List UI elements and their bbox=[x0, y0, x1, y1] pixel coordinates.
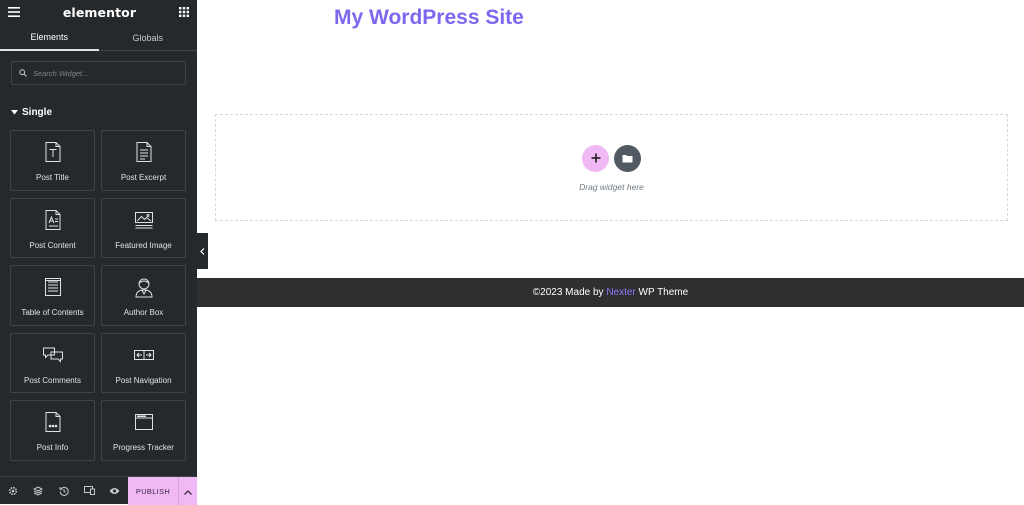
post-excerpt-icon bbox=[133, 141, 155, 163]
search-widget-input[interactable]: Search Widget... bbox=[11, 61, 186, 85]
widget-label: Post Title bbox=[36, 173, 69, 182]
search-icon bbox=[19, 64, 27, 82]
widget-progress-tracker[interactable]: Progress Tracker bbox=[101, 400, 186, 461]
widget-post-title[interactable]: Post Title bbox=[10, 130, 95, 191]
author-box-icon bbox=[133, 276, 155, 298]
post-title-icon bbox=[42, 141, 64, 163]
widget-table-of-contents[interactable]: Table of Contents bbox=[10, 265, 95, 326]
footer-copyright: ©2023 Made by bbox=[532, 287, 607, 298]
post-comments-icon bbox=[42, 344, 64, 366]
panel-tabs: Elements Globals bbox=[0, 25, 197, 51]
widget-post-content[interactable]: Post Content bbox=[10, 197, 95, 258]
featured-image-icon bbox=[133, 209, 155, 231]
editor-panel: elementor Elements Globals Search Widget… bbox=[0, 0, 197, 505]
widget-label: Post Navigation bbox=[115, 375, 172, 385]
widget-label: Featured Image bbox=[115, 240, 172, 250]
widget-label: Post Excerpt bbox=[120, 173, 167, 182]
history-icon[interactable] bbox=[51, 477, 77, 505]
publish-button[interactable]: PUBLISH bbox=[128, 487, 178, 496]
footer-brand-link[interactable]: Nexter bbox=[606, 287, 635, 298]
post-info-icon bbox=[42, 411, 64, 433]
preview-eye-icon[interactable] bbox=[102, 477, 128, 505]
widget-label: Post Comments bbox=[24, 375, 81, 385]
panel-collapse-toggle[interactable] bbox=[197, 233, 208, 269]
category-single[interactable]: Single bbox=[0, 85, 197, 118]
template-library-button[interactable] bbox=[614, 145, 641, 172]
post-navigation-icon bbox=[133, 344, 155, 366]
category-title: Single bbox=[22, 107, 53, 118]
table-of-contents-icon bbox=[42, 276, 64, 298]
post-content-icon bbox=[42, 209, 64, 231]
plus-icon bbox=[591, 150, 601, 168]
widget-label: Table of Contents bbox=[21, 308, 84, 317]
hamburger-menu-icon[interactable] bbox=[8, 4, 20, 22]
settings-icon[interactable] bbox=[0, 477, 26, 505]
widget-post-excerpt[interactable]: Post Excerpt bbox=[101, 130, 186, 191]
responsive-mode-icon[interactable] bbox=[77, 477, 103, 505]
widget-post-navigation[interactable]: Post Navigation bbox=[101, 332, 186, 393]
tab-elements[interactable]: Elements bbox=[0, 25, 99, 51]
chevron-up-icon bbox=[184, 482, 192, 500]
publish-options-button[interactable] bbox=[178, 477, 197, 505]
tab-globals[interactable]: Globals bbox=[99, 25, 198, 50]
widget-label: Post Info bbox=[36, 443, 69, 452]
widgets-grid: Post Title Post Excerpt Post Content Fea… bbox=[10, 130, 186, 461]
widget-post-comments[interactable]: Post Comments bbox=[10, 332, 95, 393]
widget-author-box[interactable]: Author Box bbox=[101, 265, 186, 326]
empty-section-drop-zone[interactable]: Drag widget here bbox=[215, 114, 1008, 221]
widget-label: Author Box bbox=[123, 308, 164, 317]
progress-tracker-icon bbox=[133, 411, 155, 433]
add-section-button[interactable] bbox=[582, 145, 609, 172]
widget-post-info[interactable]: Post Info bbox=[10, 400, 95, 461]
chevron-left-icon bbox=[200, 242, 205, 260]
panel-footer: PUBLISH bbox=[0, 476, 197, 505]
folder-icon bbox=[622, 150, 633, 168]
footer-suffix: WP Theme bbox=[635, 287, 689, 298]
widget-label: Post Content bbox=[29, 240, 76, 250]
widget-featured-image[interactable]: Featured Image bbox=[101, 197, 186, 258]
publish-button-group: PUBLISH bbox=[128, 477, 197, 505]
navigator-icon[interactable] bbox=[26, 477, 52, 505]
elementor-logo: elementor bbox=[62, 5, 137, 20]
panel-header: elementor bbox=[0, 0, 197, 25]
widgets-grid-icon[interactable] bbox=[179, 4, 189, 22]
caret-down-icon bbox=[11, 107, 18, 118]
site-footer: ©2023 Made by Nexter WP Theme bbox=[197, 278, 1024, 307]
search-placeholder: Search Widget... bbox=[33, 68, 89, 78]
site-title[interactable]: My WordPress Site bbox=[334, 6, 524, 30]
widget-label: Progress Tracker bbox=[113, 443, 174, 452]
drop-hint-text: Drag widget here bbox=[579, 182, 644, 192]
